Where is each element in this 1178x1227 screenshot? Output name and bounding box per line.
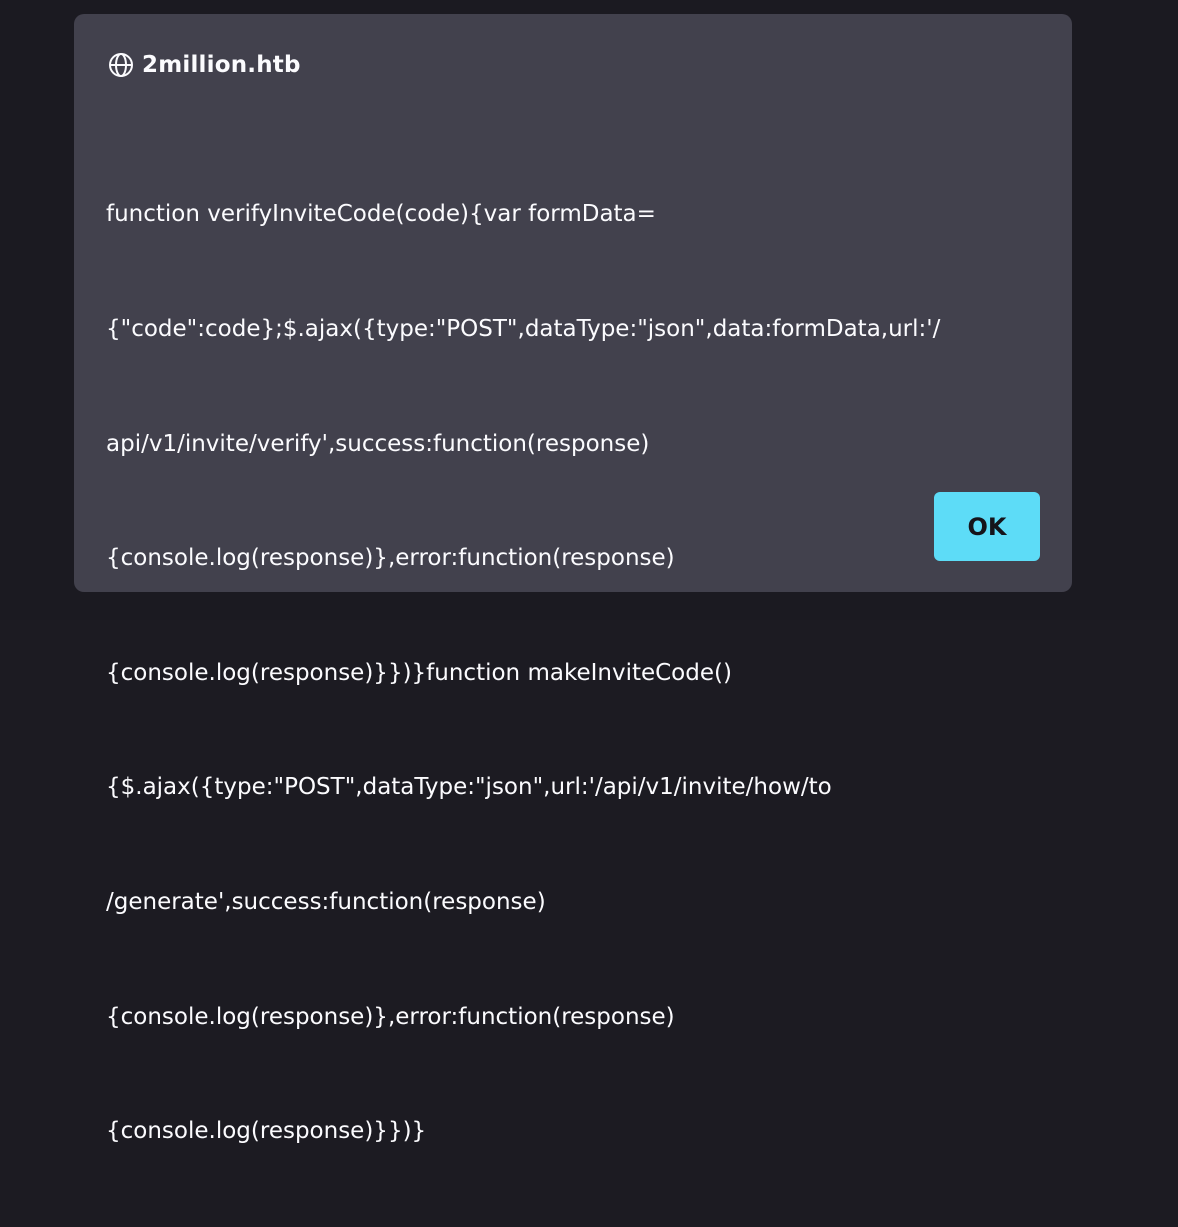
dialog-message: function verifyInviteCode(code){var form… xyxy=(106,119,1036,1227)
message-line: api/v1/invite/verify',success:function(r… xyxy=(106,430,650,457)
ok-button[interactable]: OK xyxy=(934,492,1040,561)
dialog-origin: 2million.htb xyxy=(108,50,301,80)
message-line: function verifyInviteCode(code){var form… xyxy=(106,201,656,228)
message-line: {console.log(response)}})} xyxy=(106,1118,427,1145)
message-line: /generate',success:function(response) xyxy=(106,889,546,916)
message-line: {console.log(response)},error:function(r… xyxy=(106,1003,675,1030)
message-line: {$.ajax({type:"POST",dataType:"json",url… xyxy=(106,774,832,801)
message-line: {console.log(response)}})}function makeI… xyxy=(106,659,732,686)
alert-dialog: 2million.htb function verifyInviteCode(c… xyxy=(74,14,1072,1144)
origin-hostname: 2million.htb xyxy=(142,52,301,78)
globe-icon xyxy=(108,52,134,78)
message-line: {"code":code};$.ajax({type:"POST",dataTy… xyxy=(106,316,941,343)
message-line: {console.log(response)},error:function(r… xyxy=(106,545,675,572)
